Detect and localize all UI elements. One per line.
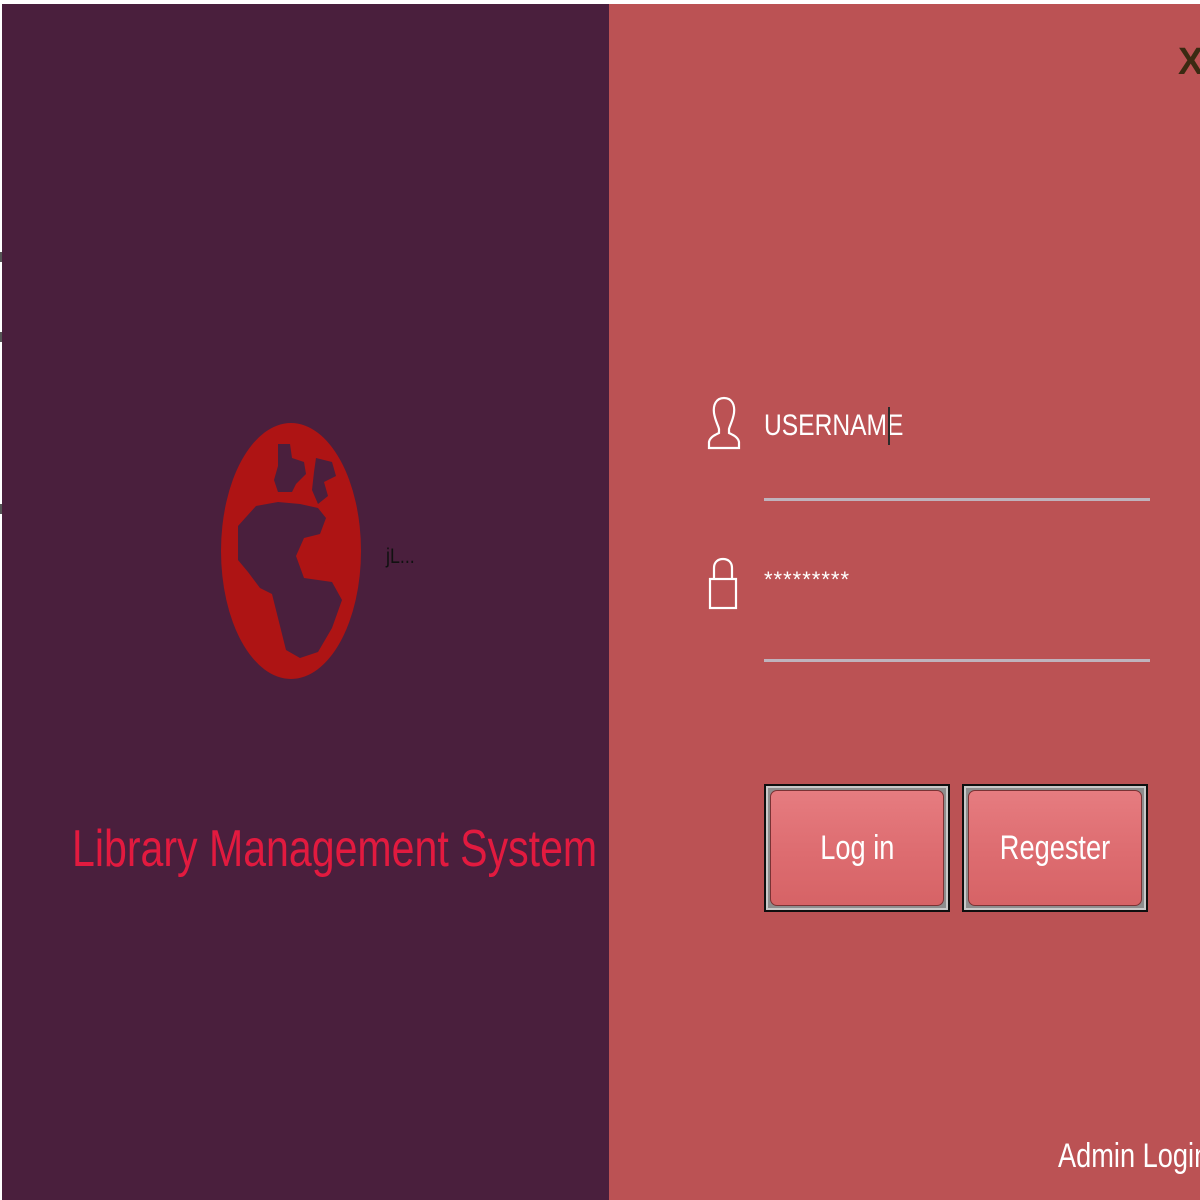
app-title: Library Management System <box>72 820 598 878</box>
text-caret <box>888 407 890 445</box>
register-button[interactable]: Regester <box>968 790 1142 906</box>
username-underline <box>764 498 1150 501</box>
login-button-label: Log in <box>819 828 895 867</box>
register-button-frame: Regester <box>962 784 1148 912</box>
login-panel <box>609 4 1200 1200</box>
edge-mark <box>0 332 2 342</box>
logo-caption: jL... <box>386 545 415 568</box>
password-input[interactable] <box>764 560 1150 600</box>
admin-login-link[interactable]: Admin Login <box>1058 1136 1200 1176</box>
register-button-label: Regester <box>999 828 1111 867</box>
user-icon <box>707 396 741 450</box>
edge-mark <box>0 252 2 262</box>
lock-icon <box>708 557 738 610</box>
login-button-frame: Log in <box>764 784 950 912</box>
edge-mark <box>0 504 2 514</box>
login-button[interactable]: Log in <box>770 790 944 906</box>
password-underline <box>764 659 1150 662</box>
close-button[interactable]: X <box>1178 40 1200 84</box>
globe-icon <box>221 423 361 679</box>
username-input[interactable] <box>764 406 1150 446</box>
